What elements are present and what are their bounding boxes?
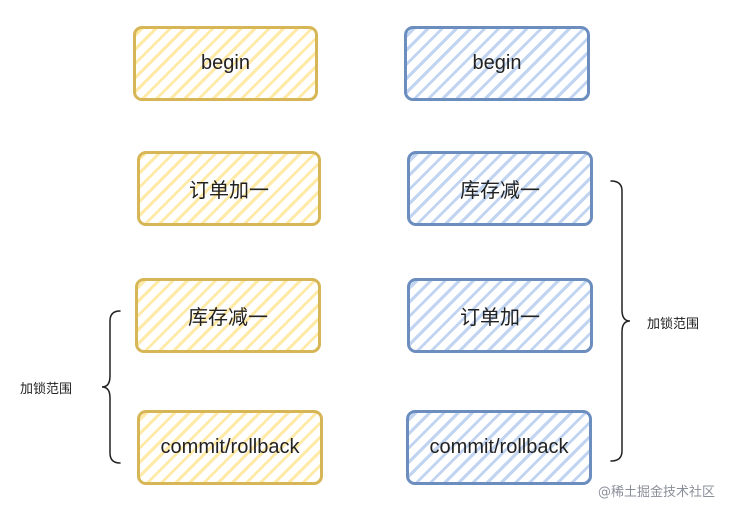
- left-step-commit-rollback: commit/rollback: [137, 410, 323, 485]
- right-step-commit-rollback-label: commit/rollback: [429, 436, 569, 458]
- left-lock-range-label: 加锁范围: [20, 382, 73, 397]
- left-step-stock-decrement: 库存减一: [135, 278, 321, 353]
- right-step-stock-decrement: 库存减一: [407, 151, 593, 226]
- right-step-order-increment-label: 订单加一: [460, 307, 540, 329]
- right-step-stock-decrement-label: 库存减一: [460, 180, 540, 202]
- diagram-canvas: begin 订单加一 库存减一 commit/rollback 加锁范围 beg…: [0, 0, 729, 514]
- right-step-begin-label: begin: [472, 52, 522, 74]
- right-lock-brace: [610, 180, 631, 462]
- left-step-commit-rollback-label: commit/rollback: [160, 436, 300, 458]
- left-step-begin: begin: [133, 26, 318, 101]
- left-step-order-increment-label: 订单加一: [189, 180, 269, 202]
- right-step-order-increment: 订单加一: [407, 278, 593, 353]
- right-step-begin: begin: [404, 26, 590, 101]
- right-step-commit-rollback: commit/rollback: [406, 410, 592, 485]
- right-lock-range-label: 加锁范围: [647, 317, 700, 332]
- left-step-stock-decrement-label: 库存减一: [188, 307, 268, 329]
- left-step-begin-label: begin: [201, 52, 250, 74]
- left-lock-brace: [101, 310, 121, 464]
- watermark-text: @稀土掘金技术社区: [597, 485, 715, 500]
- left-step-order-increment: 订单加一: [137, 151, 321, 226]
